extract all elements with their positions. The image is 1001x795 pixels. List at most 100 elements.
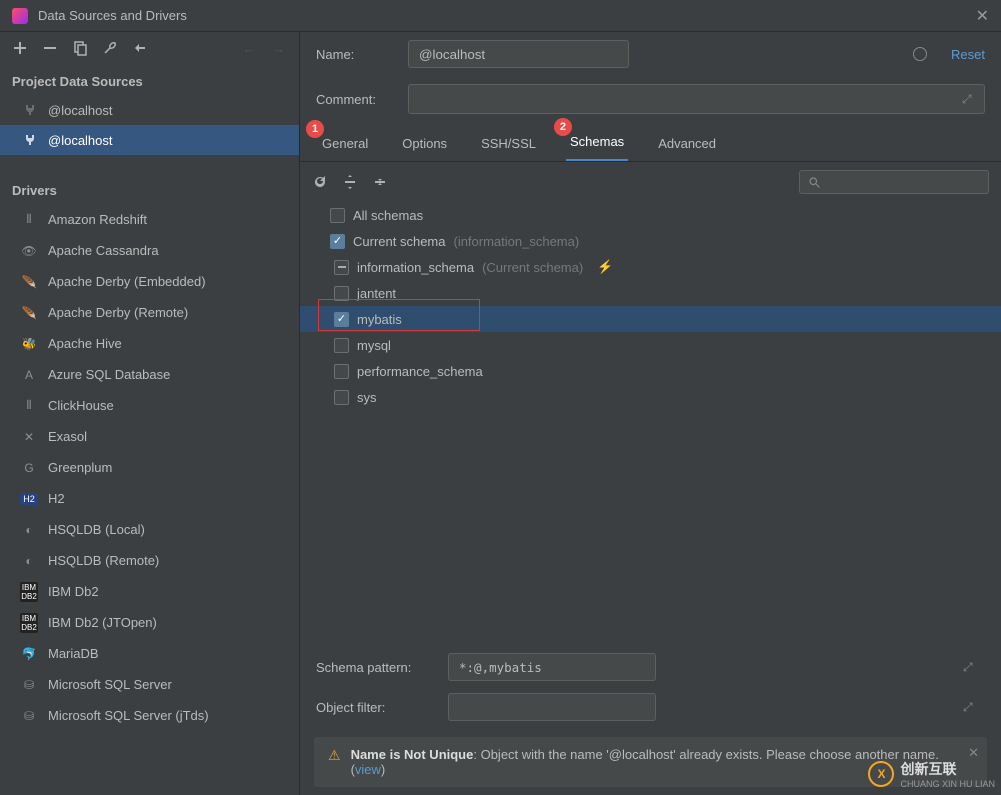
schema-tree: All schemas Current schema (information_… bbox=[300, 202, 1001, 410]
tab-advanced[interactable]: Advanced bbox=[654, 126, 720, 161]
checkbox[interactable] bbox=[334, 286, 349, 301]
watermark: X 创新互联 CHUANG XIN HU LIAN bbox=[868, 759, 995, 789]
driver-item[interactable]: ⛁Microsoft SQL Server bbox=[0, 669, 299, 700]
section-drivers: Drivers bbox=[0, 173, 299, 204]
checkbox[interactable] bbox=[330, 234, 345, 249]
checkbox[interactable] bbox=[334, 312, 349, 327]
driver-icon: H2 bbox=[20, 493, 38, 505]
driver-item[interactable]: AAzure SQL Database bbox=[0, 359, 299, 390]
driver-item[interactable]: ⦀ClickHouse bbox=[0, 390, 299, 421]
data-source-item[interactable]: @localhost bbox=[0, 95, 299, 125]
driver-icon: 👁 bbox=[20, 244, 38, 258]
section-project-sources: Project Data Sources bbox=[0, 64, 299, 95]
nav-back-icon: ← bbox=[241, 40, 257, 56]
comment-input[interactable]: ⤢ bbox=[408, 84, 985, 114]
driver-icon: 🐬 bbox=[20, 647, 38, 661]
schema-row-mybatis[interactable]: mybatis bbox=[300, 306, 1001, 332]
driver-icon: ⛁ bbox=[20, 709, 38, 723]
driver-item[interactable]: IBMDB2IBM Db2 (JTOpen) bbox=[0, 607, 299, 638]
checkbox[interactable] bbox=[334, 338, 349, 353]
comment-label: Comment: bbox=[316, 92, 408, 107]
copy-icon[interactable] bbox=[72, 40, 88, 56]
sidebar: ← → Project Data Sources @localhost @loc… bbox=[0, 32, 300, 795]
checkbox[interactable] bbox=[334, 364, 349, 379]
schema-row[interactable]: jantent bbox=[300, 280, 1001, 306]
object-filter-input[interactable] bbox=[448, 693, 656, 721]
driver-item[interactable]: H2H2 bbox=[0, 483, 299, 514]
driver-icon: 🪶 bbox=[20, 275, 38, 289]
checkbox[interactable] bbox=[334, 390, 349, 405]
schema-pattern-label: Schema pattern: bbox=[316, 660, 448, 675]
checkbox[interactable] bbox=[330, 208, 345, 223]
checkbox[interactable] bbox=[334, 260, 349, 275]
schema-row[interactable]: information_schema (Current schema) ⚡ bbox=[300, 254, 1001, 280]
sidebar-toolbar: ← → bbox=[0, 32, 299, 64]
expand-icon[interactable]: ⤢ bbox=[962, 92, 976, 106]
view-link[interactable]: view bbox=[355, 762, 381, 777]
titlebar: Data Sources and Drivers ✕ bbox=[0, 0, 1001, 32]
driver-item[interactable]: ◐HSQLDB (Remote) bbox=[0, 545, 299, 576]
close-icon[interactable]: ✕ bbox=[976, 6, 989, 26]
driver-item[interactable]: IBMDB2IBM Db2 bbox=[0, 576, 299, 607]
driver-item[interactable]: ⦀Amazon Redshift bbox=[0, 204, 299, 235]
badge: 1 bbox=[306, 120, 324, 138]
schema-toolbar bbox=[300, 162, 1001, 202]
data-source-label: @localhost bbox=[48, 103, 113, 118]
driver-item[interactable]: ✕Exasol bbox=[0, 421, 299, 452]
search-icon bbox=[808, 176, 821, 189]
schema-pattern-input[interactable] bbox=[448, 653, 656, 681]
tab-options[interactable]: Options bbox=[398, 126, 451, 161]
driver-item[interactable]: ◐HSQLDB (Local) bbox=[0, 514, 299, 545]
driver-icon: ⦀ bbox=[20, 212, 38, 227]
collapse-all-icon[interactable] bbox=[372, 174, 388, 190]
driver-icon: A bbox=[20, 368, 38, 382]
driver-item[interactable]: GGreenplum bbox=[0, 452, 299, 483]
name-input[interactable] bbox=[408, 40, 629, 68]
reset-link[interactable]: Reset bbox=[951, 47, 985, 62]
badge: 2 bbox=[554, 118, 572, 136]
driver-icon: ✕ bbox=[20, 430, 38, 444]
plug-icon bbox=[22, 102, 38, 118]
plug-icon bbox=[22, 132, 38, 148]
driver-list: ⦀Amazon Redshift 👁Apache Cassandra 🪶Apac… bbox=[0, 204, 299, 731]
driver-icon: IBMDB2 bbox=[20, 582, 38, 602]
driver-item[interactable]: 🪶Apache Derby (Remote) bbox=[0, 297, 299, 328]
data-source-item[interactable]: @localhost bbox=[0, 125, 299, 155]
add-icon[interactable] bbox=[12, 40, 28, 56]
schema-row[interactable]: performance_schema bbox=[300, 358, 1001, 384]
window-title: Data Sources and Drivers bbox=[38, 8, 976, 23]
schema-row-current[interactable]: Current schema (information_schema) bbox=[300, 228, 1001, 254]
driver-icon: ⦀ bbox=[20, 398, 38, 413]
wrench-icon[interactable] bbox=[102, 40, 118, 56]
schema-row[interactable]: sys bbox=[300, 384, 1001, 410]
data-source-list: @localhost @localhost bbox=[0, 95, 299, 155]
object-filter-label: Object filter: bbox=[316, 700, 448, 715]
schema-row-all[interactable]: All schemas bbox=[300, 202, 1001, 228]
driver-item[interactable]: 👁Apache Cassandra bbox=[0, 235, 299, 266]
driver-icon: ◐ bbox=[20, 554, 38, 568]
schema-row[interactable]: mysql bbox=[300, 332, 1001, 358]
expand-all-icon[interactable] bbox=[342, 174, 358, 190]
driver-item[interactable]: 🐝Apache Hive bbox=[0, 328, 299, 359]
tab-schemas[interactable]: 2 Schemas bbox=[566, 124, 628, 161]
tab-general[interactable]: 1 General bbox=[318, 126, 372, 161]
refresh-icon[interactable] bbox=[312, 174, 328, 190]
expand-icon[interactable]: ⤢ bbox=[963, 660, 977, 674]
driver-item[interactable]: ⛁Microsoft SQL Server (jTds) bbox=[0, 700, 299, 731]
tab-bar: 1 General Options SSH/SSL 2 Schemas Adva… bbox=[300, 122, 1001, 162]
remove-icon[interactable] bbox=[42, 40, 58, 56]
driver-icon: ◐ bbox=[20, 523, 38, 537]
driver-item[interactable]: 🪶Apache Derby (Embedded) bbox=[0, 266, 299, 297]
data-source-label: @localhost bbox=[48, 133, 113, 148]
schema-search-input[interactable] bbox=[799, 170, 989, 194]
tab-ssh-ssl[interactable]: SSH/SSL bbox=[477, 126, 540, 161]
warning-icon: ⚠ bbox=[328, 747, 341, 777]
revert-icon[interactable] bbox=[132, 40, 148, 56]
expand-icon[interactable]: ⤢ bbox=[963, 700, 977, 714]
driver-icon: ⛁ bbox=[20, 678, 38, 692]
driver-icon: G bbox=[20, 461, 38, 475]
color-ring-icon[interactable] bbox=[913, 47, 927, 61]
driver-icon: IBMDB2 bbox=[20, 613, 38, 633]
content-panel: Name: Reset Comment: ⤢ 1 General Options… bbox=[300, 32, 1001, 795]
driver-item[interactable]: 🐬MariaDB bbox=[0, 638, 299, 669]
